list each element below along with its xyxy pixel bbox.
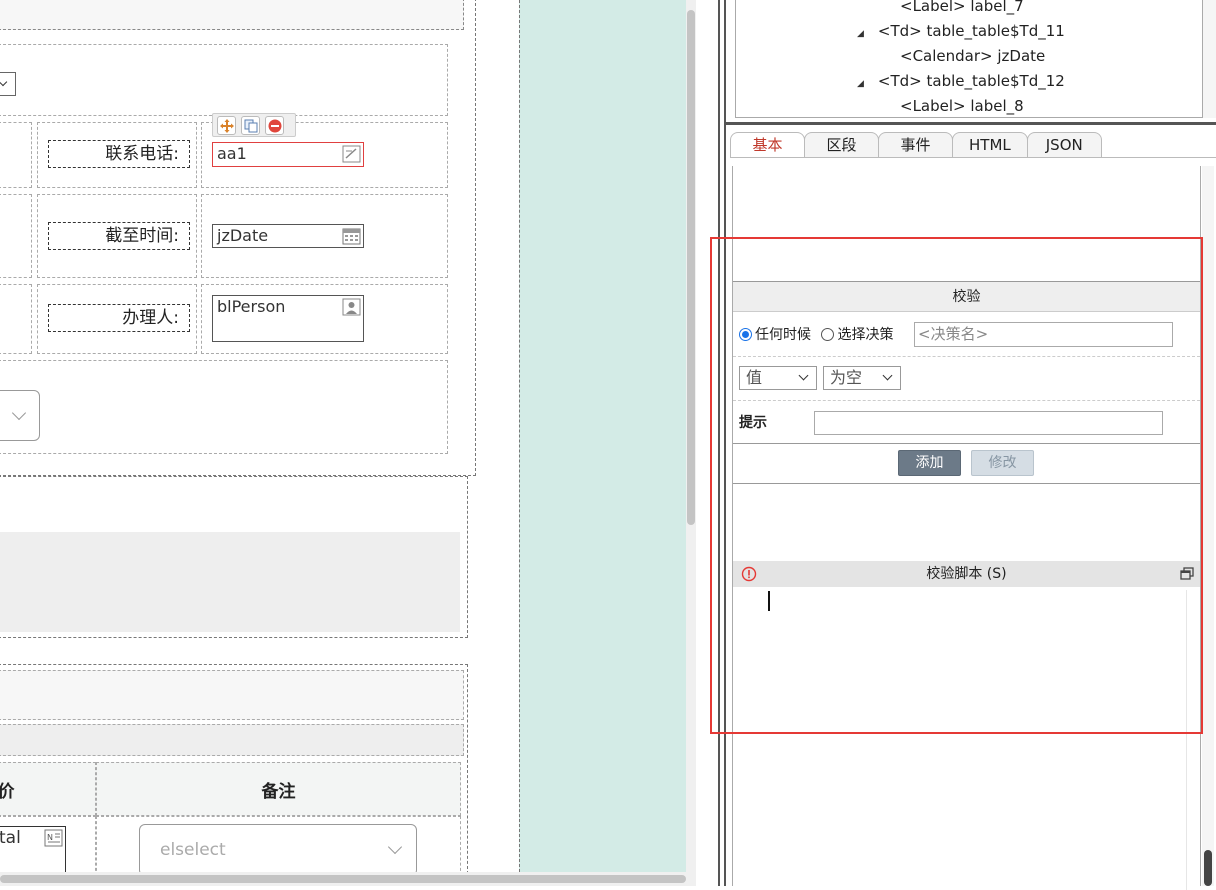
separator <box>733 483 1200 484</box>
tree-item[interactable]: <Label> label_7 <box>900 0 1024 15</box>
editor-scrollbar[interactable] <box>1186 590 1200 890</box>
hint-input[interactable] <box>814 411 1163 435</box>
table-title-row <box>0 670 464 720</box>
scrollbar-thumb[interactable] <box>687 10 695 525</box>
form-design-canvas[interactable]: 联系电话: aa1 截至时间: jzDate 办理人: blPerson 价 备… <box>0 0 686 872</box>
validation-script-title: 校验脚本 (S) <box>926 566 1007 582</box>
hint-label: 提示 <box>739 415 767 431</box>
tree-expander-icon[interactable]: ◢ <box>857 79 864 89</box>
property-tabs: 基本 区段 事件 HTML JSON <box>730 132 1102 158</box>
trigger-radio-group: 任何时候 选择决策 <box>739 324 893 344</box>
property-panel: <Label> label_7 ◢ <Td> table_table$Td_11 … <box>726 0 1216 890</box>
tab-events[interactable]: 事件 <box>878 132 953 158</box>
radio-choose-decision-label[interactable]: 选择决策 <box>837 327 893 343</box>
tab-section[interactable]: 区段 <box>804 132 879 158</box>
label-phone[interactable]: 联系电话: <box>48 140 190 168</box>
label-deadline[interactable]: 截至时间: <box>48 222 190 250</box>
person-icon[interactable] <box>342 298 361 316</box>
tab-underline <box>730 157 1216 158</box>
tree-item-label: <Label> label_8 <box>900 97 1024 115</box>
handler-field-value: blPerson <box>217 297 286 316</box>
form-row-0 <box>0 44 448 116</box>
tree-scrollbar[interactable] <box>1203 0 1216 118</box>
tree-item-label: <Td> table_table$Td_11 <box>877 22 1065 40</box>
panel-divider[interactable] <box>726 122 1216 125</box>
radio-any-time-label[interactable]: 任何时候 <box>755 327 811 343</box>
gray-block <box>0 532 460 632</box>
total-field-value: tal <box>0 828 21 848</box>
condition-select[interactable]: 为空 <box>823 366 901 390</box>
delete-icon[interactable] <box>265 116 284 135</box>
tree-item[interactable]: <Label> label_8 <box>900 97 1024 115</box>
separator <box>733 443 1200 444</box>
tab-basic[interactable]: 基本 <box>730 132 805 158</box>
tree-item-label: <Label> label_7 <box>900 0 1024 15</box>
move-icon[interactable] <box>217 116 236 135</box>
radio-choose-decision[interactable] <box>821 328 835 341</box>
small-select[interactable] <box>0 72 16 96</box>
tree-item[interactable]: ◢ <Td> table_table$Td_12 <box>857 72 1065 90</box>
info-icon <box>741 566 757 582</box>
modify-button[interactable]: 修改 <box>971 450 1034 476</box>
chevron-down-icon <box>387 839 403 855</box>
decision-name-input[interactable]: <决策名> <box>914 322 1173 347</box>
gap <box>696 0 718 886</box>
content-scrollbar[interactable] <box>1202 166 1214 886</box>
chevron-down-icon <box>0 77 8 87</box>
separator <box>733 356 1200 357</box>
col-price-header: 价 <box>0 782 15 802</box>
dropdown-partial[interactable] <box>0 390 40 441</box>
component-tree[interactable]: <Label> label_7 ◢ <Td> table_table$Td_11 … <box>735 0 1203 118</box>
tree-expander-icon[interactable]: ◢ <box>857 29 864 39</box>
tab-html[interactable]: HTML <box>952 132 1028 158</box>
phone-field-value: aa1 <box>217 144 247 163</box>
panel-splitter[interactable] <box>718 0 726 886</box>
copy-icon[interactable] <box>241 116 260 135</box>
deadline-field-value: jzDate <box>217 226 269 245</box>
tree-item[interactable]: <Calendar> jzDate <box>900 47 1045 65</box>
form-cell <box>0 194 32 278</box>
svg-text:N: N <box>47 833 53 842</box>
restore-window-icon[interactable] <box>1180 567 1194 581</box>
chevron-down-icon <box>11 405 27 421</box>
label-handler[interactable]: 办理人: <box>48 304 190 332</box>
calendar-icon[interactable] <box>342 227 361 245</box>
scrollbar-thumb[interactable] <box>1204 850 1212 886</box>
handler-field[interactable]: blPerson <box>212 295 364 342</box>
value-select-text: 值 <box>746 368 763 387</box>
validation-script-header: 校验脚本 (S) <box>733 561 1200 587</box>
deadline-date-field[interactable]: jzDate <box>212 224 364 248</box>
separator <box>733 400 1200 401</box>
remark-select[interactable]: elselect <box>139 824 417 872</box>
canvas-horizontal-scrollbar[interactable] <box>0 872 696 886</box>
phone-field[interactable]: aa1 <box>212 142 364 167</box>
tree-item-label: <Td> table_table$Td_12 <box>877 72 1065 90</box>
add-button[interactable]: 添加 <box>898 450 961 476</box>
form-cell <box>0 122 32 188</box>
radio-any-time[interactable] <box>739 328 752 341</box>
tab-json[interactable]: JSON <box>1026 132 1102 158</box>
table-toolbar-row <box>0 724 464 756</box>
script-editor[interactable] <box>733 587 1200 890</box>
text-cursor <box>768 591 770 611</box>
canvas-vertical-scrollbar[interactable] <box>686 0 696 872</box>
remark-select-placeholder: elselect <box>160 840 226 860</box>
canvas-side-band <box>519 0 686 872</box>
chevron-down-icon <box>798 370 809 381</box>
form-row-4 <box>0 360 448 454</box>
chevron-down-icon <box>882 370 893 381</box>
tab-content: 校验 任何时候 选择决策 <决策名> 值 为空 提示 添加 修改 校验脚本 (S… <box>732 166 1201 890</box>
edit-field-icon <box>342 145 361 163</box>
element-mini-toolbar <box>212 113 296 137</box>
col-remark-header: 备注 <box>261 782 296 802</box>
form-cell <box>0 284 32 354</box>
note-icon: N <box>44 829 63 847</box>
scrollbar-thumb[interactable] <box>0 875 686 883</box>
validation-section-header: 校验 <box>733 281 1200 312</box>
tree-item[interactable]: ◢ <Td> table_table$Td_11 <box>857 22 1065 40</box>
total-field[interactable]: tal N <box>0 826 66 872</box>
tree-item-label: <Calendar> jzDate <box>900 47 1046 65</box>
condition-select-text: 为空 <box>830 368 863 387</box>
value-select[interactable]: 值 <box>739 366 817 390</box>
